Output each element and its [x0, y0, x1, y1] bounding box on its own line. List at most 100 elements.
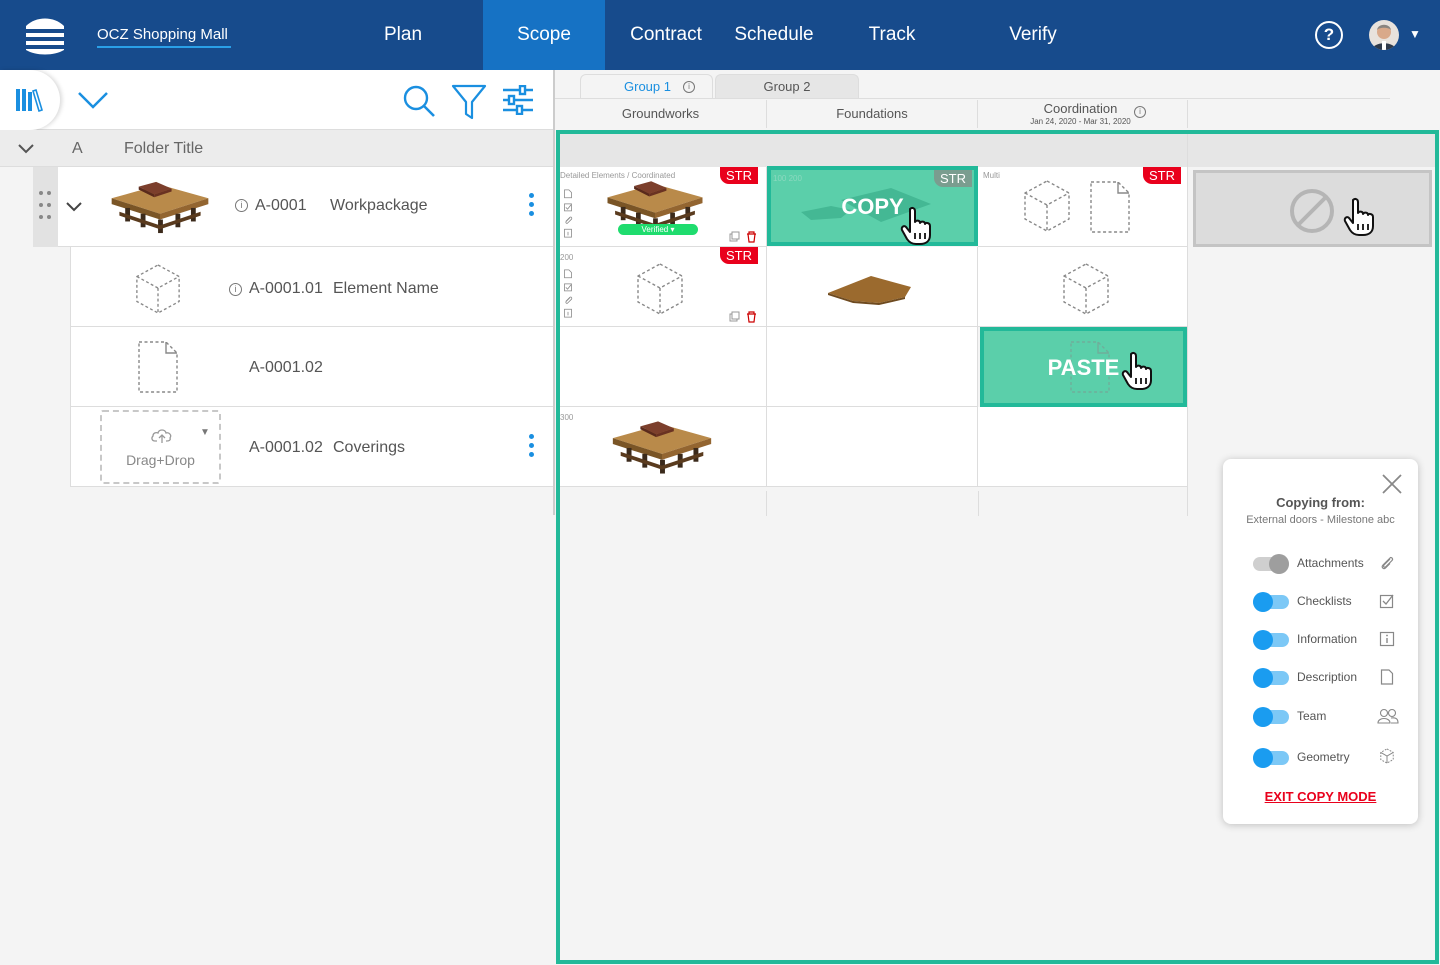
nav-contract[interactable]: Contract — [626, 0, 706, 70]
toggle-label: Attachments — [1297, 556, 1364, 570]
grid-cell[interactable] — [978, 247, 1188, 327]
tree-row-element[interactable]: A-0001.02 — [70, 327, 553, 407]
nav-scope[interactable]: Scope — [483, 0, 605, 70]
row-expand-chevron-icon[interactable] — [65, 201, 83, 213]
toggle-description[interactable] — [1253, 668, 1289, 688]
info-icon[interactable]: i — [229, 283, 242, 296]
pallet-thumbnail — [603, 413, 721, 479]
drag-drop-zone[interactable]: ▼ Drag+Drop — [100, 410, 221, 484]
info-icon[interactable]: i — [683, 81, 695, 93]
disabled-drop-target — [1193, 170, 1432, 247]
help-icon[interactable]: ? — [1315, 21, 1343, 49]
grid-cell[interactable] — [767, 407, 978, 487]
library-icon — [16, 88, 43, 113]
placeholder-cube-icon — [1022, 177, 1072, 235]
column-title: Coordination — [1043, 101, 1118, 116]
app-logo-icon[interactable] — [22, 14, 68, 56]
copy-options-panel: Copying from: External doors - Milestone… — [1223, 459, 1418, 824]
tree-row-coverings[interactable]: ▼ Drag+Drop A-0001.02 Coverings — [70, 407, 553, 487]
filter-icon[interactable] — [451, 84, 487, 120]
grid-cell[interactable] — [978, 407, 1188, 487]
expand-chevron-icon[interactable] — [77, 90, 109, 110]
toggle-label: Information — [1297, 632, 1358, 646]
str-tag: STR — [720, 167, 758, 184]
nav-verify[interactable]: Verify — [998, 0, 1068, 70]
column-header-coordination[interactable]: Coordination Jan 24, 2020 - Mar 31, 2020… — [978, 100, 1188, 128]
cell-attributes-icon — [563, 189, 573, 245]
drag-handle-icon[interactable] — [33, 167, 58, 247]
grid-cell[interactable] — [560, 327, 767, 407]
row-menu-icon[interactable] — [529, 434, 535, 461]
grid-cell[interactable]: 300 — [560, 407, 767, 487]
top-navigation-bar: OCZ Shopping Mall Plan Scope Contract Sc… — [0, 0, 1440, 70]
paperclip-icon — [1381, 556, 1394, 570]
paste-target-cell[interactable]: PASTE — [980, 327, 1187, 407]
search-icon[interactable] — [402, 84, 436, 118]
tree-row-element[interactable]: i A-0001.01 Element Name — [70, 247, 553, 327]
folder-tree-panel: A Folder Title i A-0001 Workpackage i A-… — [0, 70, 553, 965]
cell-label: 200 — [560, 253, 574, 262]
placeholder-document-icon — [1088, 179, 1132, 235]
paste-label: PASTE — [1047, 355, 1120, 380]
user-menu-caret-icon[interactable]: ▼ — [1409, 27, 1421, 41]
dropzone-caret-icon[interactable]: ▼ — [200, 427, 210, 438]
close-icon[interactable] — [1381, 473, 1403, 495]
tree-column-header: A Folder Title — [0, 130, 553, 167]
nav-track[interactable]: Track — [858, 0, 926, 70]
copy-delete-icons[interactable] — [729, 231, 759, 243]
column-dates: Jan 24, 2020 - Mar 31, 2020 — [1030, 117, 1131, 126]
grid-cell[interactable] — [767, 247, 978, 327]
tree-row-workpackage[interactable]: i A-0001 Workpackage — [33, 167, 553, 247]
verified-status-badge[interactable]: Verified ▾ — [618, 224, 698, 235]
copy-label: COPY — [841, 194, 904, 219]
nav-plan[interactable]: Plan — [364, 0, 442, 70]
tab-underline — [555, 98, 1390, 99]
cell-attributes-icon — [563, 269, 573, 325]
project-selector[interactable]: OCZ Shopping Mall — [97, 26, 231, 48]
grid-cell[interactable]: Detailed Elements / Coordinated Verified… — [560, 167, 767, 247]
toggle-team[interactable] — [1253, 707, 1289, 727]
info-icon[interactable]: i — [1134, 106, 1146, 118]
placeholder-cube-icon — [635, 261, 685, 317]
str-tag: STR — [934, 170, 972, 187]
upload-cloud-icon — [151, 429, 172, 443]
row-id: A-0001.02 — [249, 439, 323, 456]
nav-schedule[interactable]: Schedule — [728, 0, 820, 70]
info-icon[interactable]: i — [235, 199, 248, 212]
toggle-information[interactable] — [1253, 630, 1289, 650]
left-toolbar — [0, 70, 553, 130]
str-tag: STR — [1143, 167, 1181, 184]
panel-divider[interactable] — [553, 70, 555, 515]
grid-divider — [978, 491, 979, 516]
tab-group-2[interactable]: Group 2 — [715, 74, 859, 99]
grid-cell[interactable]: Multi STR — [978, 167, 1188, 247]
grid-cell[interactable]: 200 STR — [560, 247, 767, 327]
toggle-geometry[interactable] — [1253, 748, 1289, 768]
row-id: A-0001 — [255, 197, 307, 214]
toggle-label: Checklists — [1297, 594, 1352, 608]
dragdrop-label: Drag+Drop — [126, 452, 195, 468]
column-header-foundations[interactable]: Foundations — [767, 100, 978, 128]
copy-panel-title: Copying from: — [1276, 495, 1365, 510]
pallet-thumbnail — [102, 173, 218, 239]
toggle-attachments[interactable] — [1253, 554, 1289, 574]
settings-sliders-icon[interactable] — [502, 85, 534, 115]
row-menu-icon[interactable] — [529, 193, 535, 220]
library-button[interactable] — [0, 70, 60, 130]
collapse-all-chevron-icon[interactable] — [17, 143, 35, 155]
tab-group-1[interactable]: Group 1 i — [580, 74, 713, 99]
slab-thumbnail — [828, 276, 911, 305]
str-tag: STR — [720, 247, 758, 264]
copy-delete-icons[interactable] — [729, 311, 759, 323]
exit-copy-mode-link[interactable]: EXIT COPY MODE — [1223, 789, 1418, 804]
row-id: A-0001.02 — [249, 359, 323, 376]
column-header-groundworks[interactable]: Groundworks — [555, 100, 767, 128]
grid-cell[interactable] — [767, 327, 978, 407]
grid-divider — [766, 491, 767, 516]
checkbox-icon — [1379, 594, 1394, 609]
row-id: A-0001.01 — [249, 280, 323, 297]
copy-source-cell[interactable]: 100 200 STR COPY — [767, 166, 978, 246]
avatar[interactable] — [1369, 20, 1399, 50]
row-name: Workpackage — [330, 197, 428, 214]
toggle-checklists[interactable] — [1253, 592, 1289, 612]
